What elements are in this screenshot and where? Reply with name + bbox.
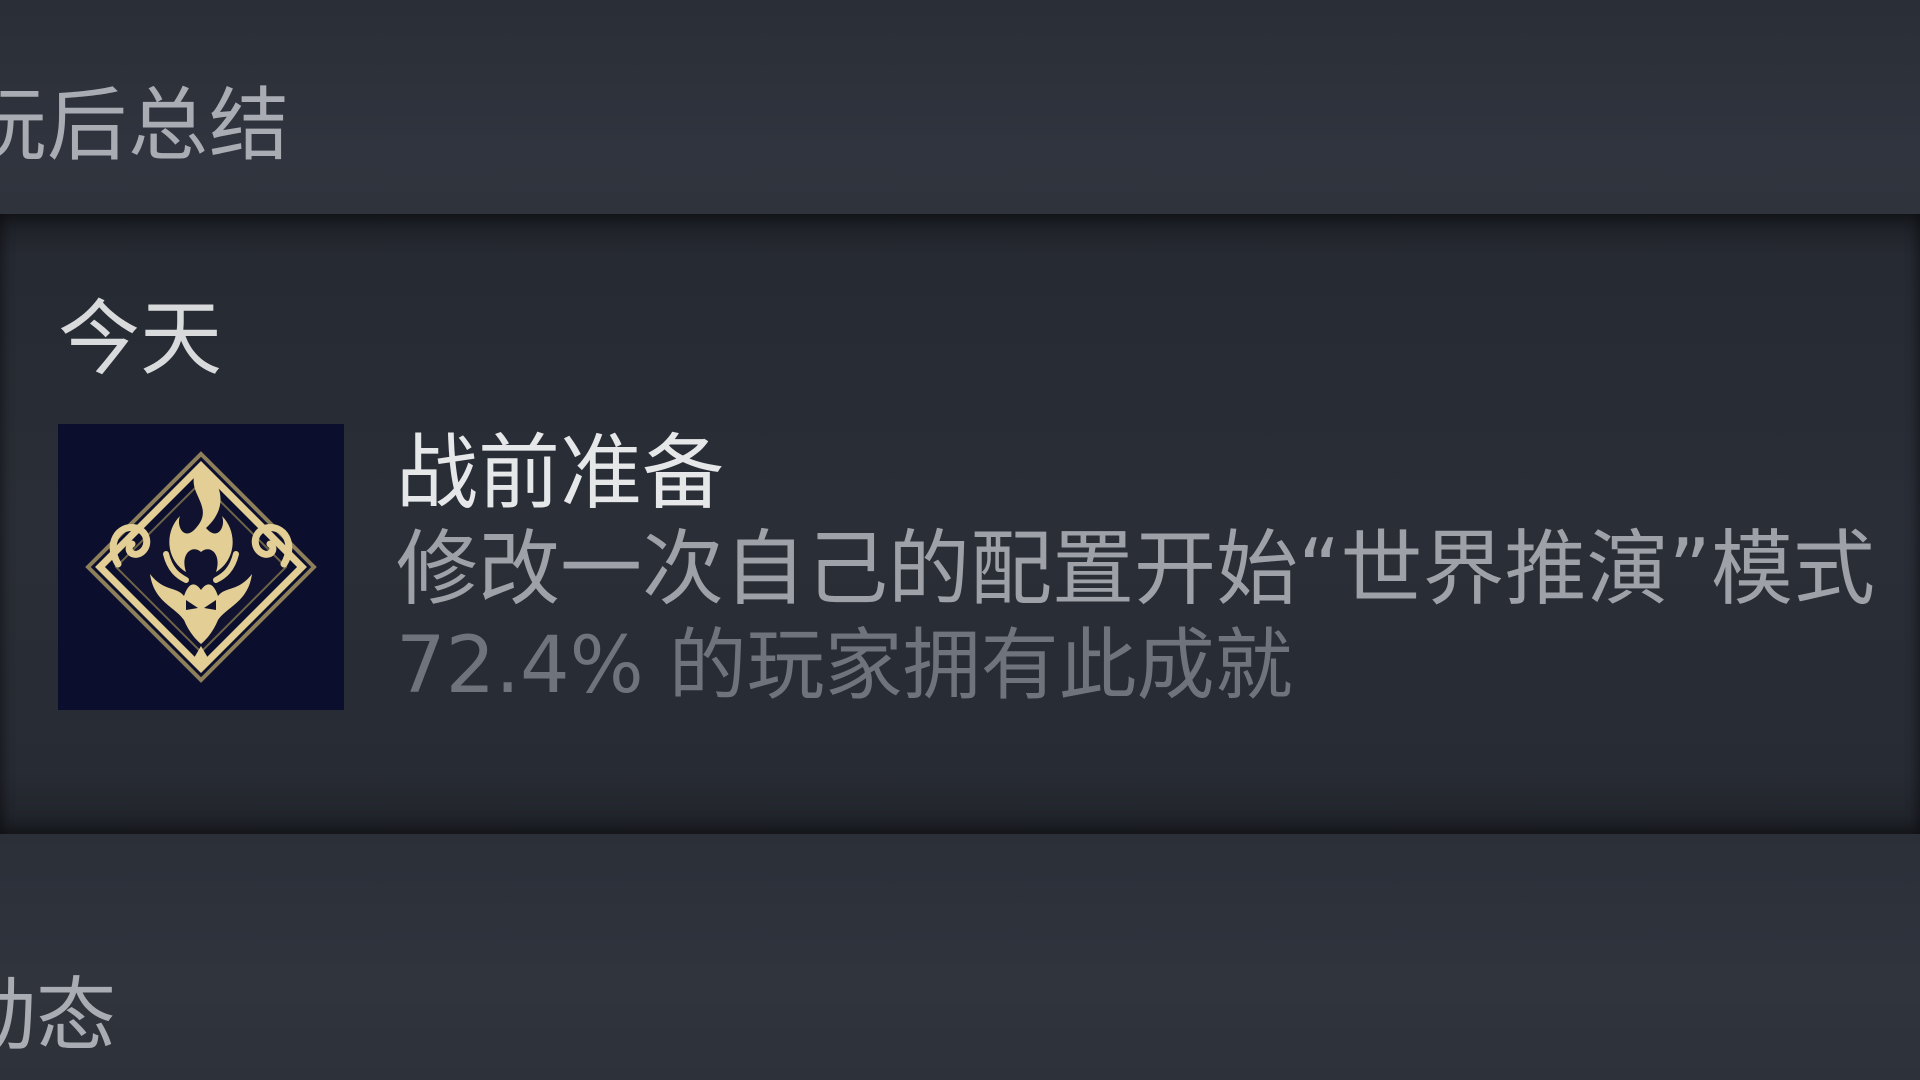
achievement-panel: 今天 战前准备 修改一次自己的配置开始“世界推演”模式 72.4% 的玩家拥有此… [0,214,1920,834]
post-play-summary-header: 玩后总结 [0,0,1920,214]
activity-heading: 动态 [0,969,116,1062]
achievement-item[interactable]: 战前准备 修改一次自己的配置开始“世界推演”模式 72.4% 的玩家拥有此成就 [58,424,1878,711]
post-play-summary-heading: 玩后总结 [0,79,290,172]
achievement-date-label: 今天 [58,292,223,387]
achievement-unlock-rate: 72.4% 的玩家拥有此成就 [396,621,1293,711]
activity-section: 动态 [0,834,1920,1080]
achievement-title: 战前准备 [396,426,725,521]
achievement-description: 修改一次自己的配置开始“世界推演”模式 [396,522,1875,617]
flame-diamond-emblem-icon[interactable] [58,424,344,710]
achievements-page: 玩后总结 今天 战前准备 修改一次自己的配置开始“世界推演”模式 72.4% 的… [0,0,1920,1080]
